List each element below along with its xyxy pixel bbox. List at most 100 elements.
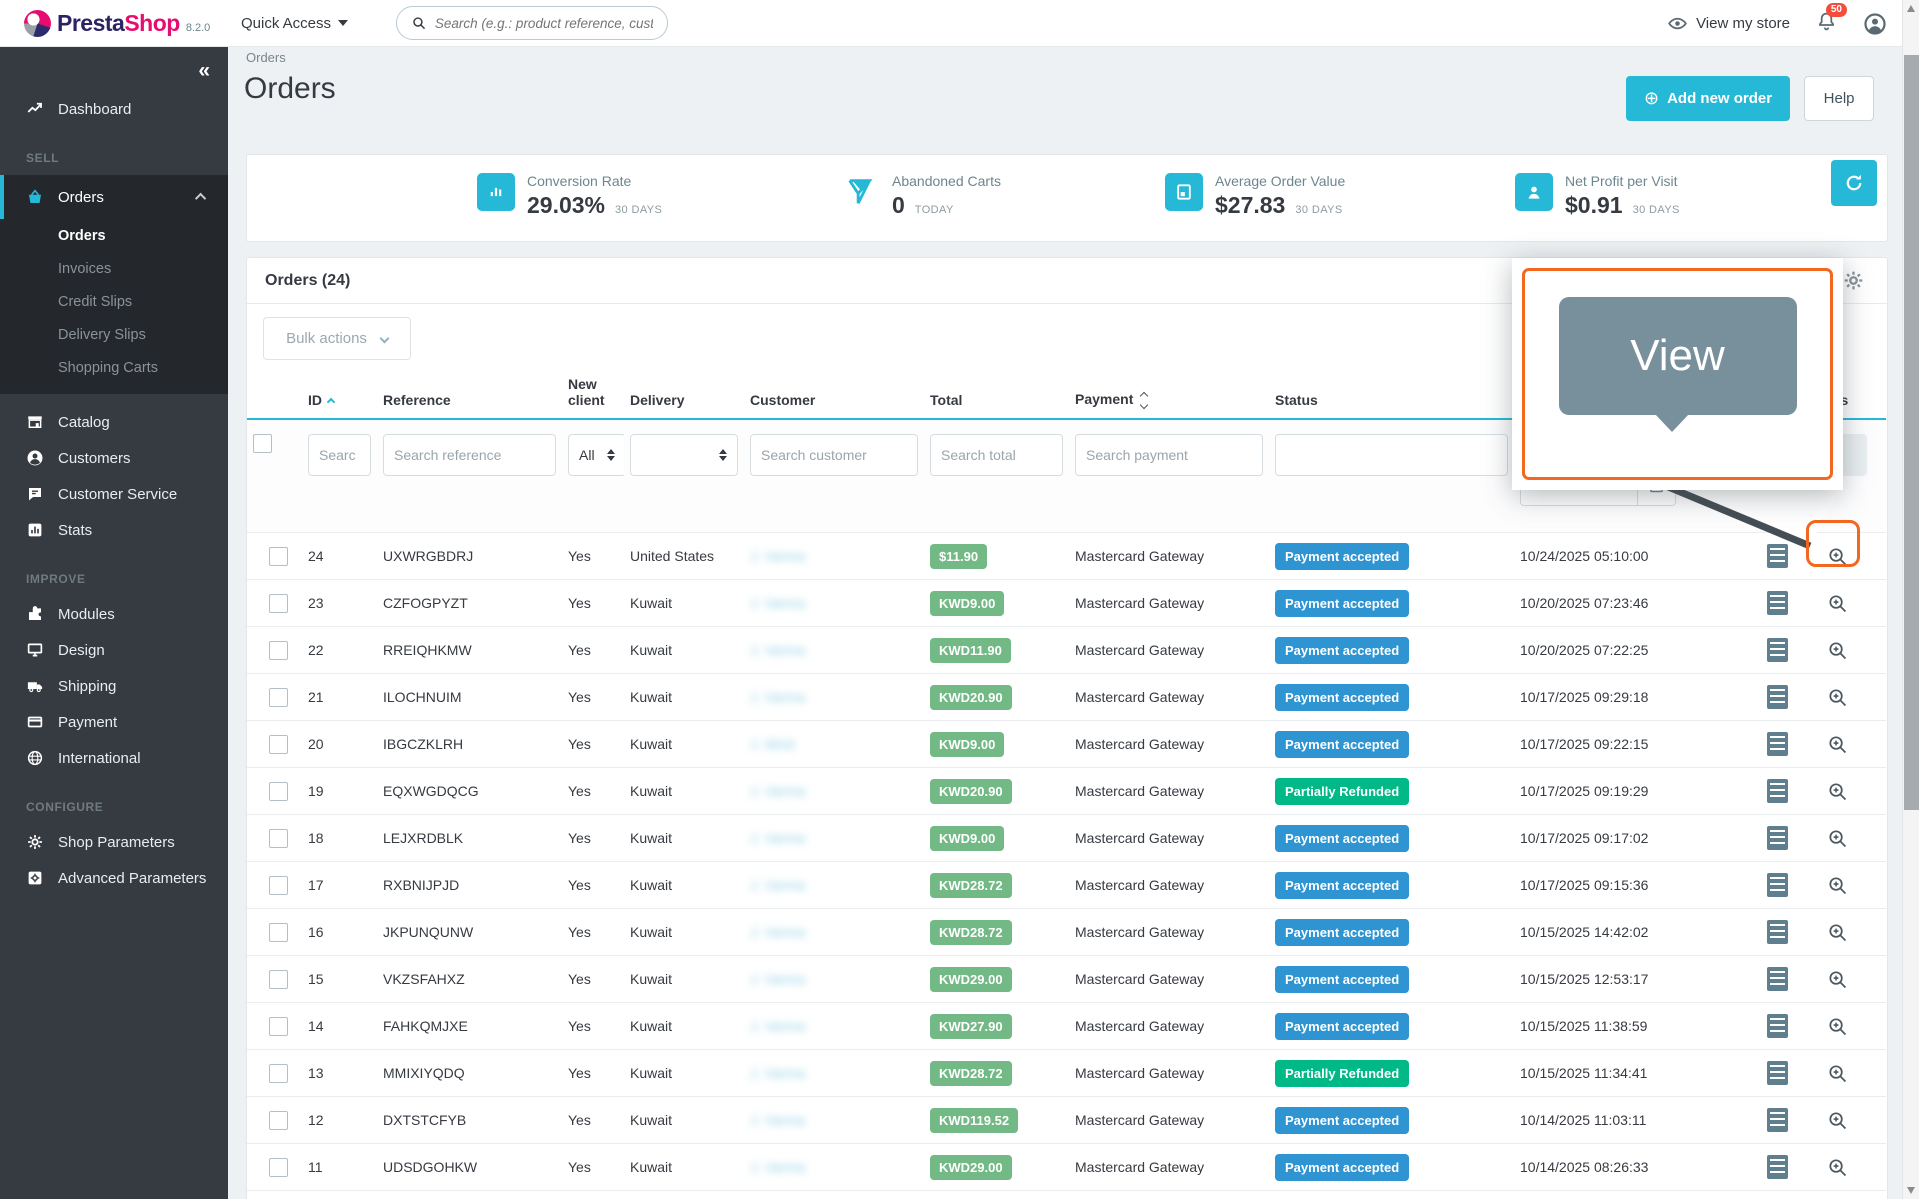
global-search-input[interactable] <box>435 16 653 31</box>
invoice-document-icon[interactable] <box>1767 1108 1788 1132</box>
sidebar-item-advanced-parameters[interactable]: Advanced Parameters <box>0 860 228 896</box>
table-row[interactable]: 23 CZFOGPYZT Yes Kuwait J. Varma KWD9.00… <box>247 580 1886 627</box>
sidebar-subitem-orders[interactable]: Orders <box>0 219 228 252</box>
sidebar-subitem-shopping-carts[interactable]: Shopping Carts <box>0 351 228 384</box>
filter-new-client-select[interactable]: All <box>568 434 626 476</box>
invoice-document-icon[interactable] <box>1767 779 1788 803</box>
sidebar-subitem-invoices[interactable]: Invoices <box>0 252 228 285</box>
table-row[interactable]: 21 ILOCHNUIM Yes Kuwait J. Varma KWD20.9… <box>247 674 1886 721</box>
col-header-delivery[interactable]: Delivery <box>624 370 744 419</box>
row-checkbox[interactable] <box>269 1158 288 1177</box>
invoice-document-icon[interactable] <box>1767 638 1788 662</box>
filter-delivery-select[interactable] <box>630 434 738 476</box>
select-all-checkbox[interactable] <box>253 434 272 453</box>
view-magnifier-icon[interactable] <box>1826 733 1849 756</box>
col-header-id[interactable]: ID <box>302 370 377 419</box>
sidebar-item-shop-parameters[interactable]: Shop Parameters <box>0 824 228 860</box>
table-row[interactable]: 14 FAHKQMJXE Yes Kuwait J. Varma KWD27.9… <box>247 1003 1886 1050</box>
row-checkbox[interactable] <box>269 1017 288 1036</box>
col-header-total[interactable]: Total <box>924 370 1069 419</box>
view-my-store-link[interactable]: View my store <box>1667 13 1790 34</box>
sidebar-item-shipping[interactable]: Shipping <box>0 668 228 704</box>
invoice-document-icon[interactable] <box>1767 591 1788 615</box>
filter-reference-input[interactable] <box>383 434 556 476</box>
prestashop-logo[interactable]: PrestaShop 8.2.0 <box>0 10 225 37</box>
row-checkbox[interactable] <box>269 594 288 613</box>
invoice-document-icon[interactable] <box>1767 826 1788 850</box>
col-header-customer[interactable]: Customer <box>744 370 924 419</box>
sidebar-item-modules[interactable]: Modules <box>0 596 228 632</box>
view-magnifier-icon[interactable] <box>1826 592 1849 615</box>
table-row[interactable]: 13 MMIXIYQDQ Yes Kuwait J. Varma KWD28.7… <box>247 1050 1886 1097</box>
row-checkbox[interactable] <box>269 735 288 754</box>
col-header-reference[interactable]: Reference <box>377 370 562 419</box>
table-row[interactable]: 11 UDSDGOHKW Yes Kuwait J. Varma KWD29.0… <box>247 1144 1886 1191</box>
table-settings-gear-icon[interactable] <box>1842 269 1865 292</box>
invoice-document-icon[interactable] <box>1767 685 1788 709</box>
table-row[interactable]: 22 RREIQHKMW Yes Kuwait J. Varma KWD11.9… <box>247 627 1886 674</box>
table-row[interactable]: 20 IBGCZKLRH Yes Kuwait J. Wick KWD9.00 … <box>247 721 1886 768</box>
help-button[interactable]: Help <box>1804 76 1874 121</box>
row-checkbox[interactable] <box>269 641 288 660</box>
filter-id-input[interactable] <box>308 434 371 476</box>
sidebar-item-dashboard[interactable]: Dashboard <box>0 91 228 127</box>
invoice-document-icon[interactable] <box>1767 920 1788 944</box>
view-magnifier-icon[interactable] <box>1826 874 1849 897</box>
table-row[interactable]: 15 VKZSFAHXZ Yes Kuwait J. Varma KWD29.0… <box>247 956 1886 1003</box>
global-search[interactable] <box>396 6 668 40</box>
sidebar-item-customer-service[interactable]: Customer Service <box>0 476 228 512</box>
sidebar-item-orders[interactable]: Orders <box>0 175 228 219</box>
row-checkbox[interactable] <box>269 876 288 895</box>
sidebar-item-payment[interactable]: Payment <box>0 704 228 740</box>
row-checkbox[interactable] <box>269 970 288 989</box>
col-header-new-client[interactable]: New client <box>562 370 624 419</box>
sidebar-item-catalog[interactable]: Catalog <box>0 404 228 440</box>
col-header-status[interactable]: Status <box>1269 370 1514 419</box>
scroll-down-arrow-icon[interactable] <box>1907 1187 1915 1194</box>
table-row[interactable]: 16 JKPUNQUNW Yes Kuwait J. Varma KWD28.7… <box>247 909 1886 956</box>
sidebar-item-stats[interactable]: Stats <box>0 512 228 548</box>
filter-status-select[interactable] <box>1275 434 1508 476</box>
add-new-order-button[interactable]: ⊕ Add new order <box>1626 76 1790 121</box>
table-row[interactable]: 17 RXBNIJPJD Yes Kuwait J. Varma KWD28.7… <box>247 862 1886 909</box>
invoice-document-icon[interactable] <box>1767 732 1788 756</box>
row-checkbox[interactable] <box>269 782 288 801</box>
row-checkbox[interactable] <box>269 1064 288 1083</box>
view-magnifier-icon[interactable] <box>1826 686 1849 709</box>
table-row[interactable]: 12 DXTSTCFYB Yes Kuwait J. Varma KWD119.… <box>247 1097 1886 1144</box>
invoice-document-icon[interactable] <box>1767 1155 1788 1179</box>
view-magnifier-icon[interactable] <box>1826 780 1849 803</box>
row-checkbox[interactable] <box>269 688 288 707</box>
view-magnifier-icon[interactable] <box>1826 1156 1849 1179</box>
invoice-document-icon[interactable] <box>1767 1014 1788 1038</box>
view-magnifier-icon[interactable] <box>1826 968 1849 991</box>
sidebar-item-customers[interactable]: Customers <box>0 440 228 476</box>
page-scrollbar[interactable] <box>1902 0 1919 1199</box>
sidebar-collapse-button[interactable]: « <box>198 59 210 83</box>
table-row[interactable]: 10 PSDQLKUZO Yes Kuwait J. Varma KWD18.9… <box>247 1191 1886 1199</box>
bulk-actions-button[interactable]: Bulk actions <box>263 317 411 360</box>
sidebar-subitem-credit-slips[interactable]: Credit Slips <box>0 285 228 318</box>
sidebar-item-design[interactable]: Design <box>0 632 228 668</box>
col-header-payment[interactable]: Payment <box>1069 370 1269 419</box>
sidebar-subitem-delivery-slips[interactable]: Delivery Slips <box>0 318 228 351</box>
invoice-document-icon[interactable] <box>1767 967 1788 991</box>
refresh-kpi-button[interactable] <box>1831 160 1877 206</box>
filter-customer-input[interactable] <box>750 434 918 476</box>
notifications-button[interactable]: 50 <box>1816 11 1837 37</box>
filter-payment-input[interactable] <box>1075 434 1263 476</box>
view-magnifier-icon[interactable] <box>1826 639 1849 662</box>
table-row[interactable]: 18 LEJXRDBLK Yes Kuwait J. Varma KWD9.00… <box>247 815 1886 862</box>
view-magnifier-icon[interactable] <box>1826 1062 1849 1085</box>
view-magnifier-icon[interactable] <box>1826 827 1849 850</box>
invoice-document-icon[interactable] <box>1767 873 1788 897</box>
scrollbar-thumb[interactable] <box>1904 55 1919 810</box>
table-row[interactable]: 19 EQXWGDQCG Yes Kuwait J. Varma KWD20.9… <box>247 768 1886 815</box>
row-checkbox[interactable] <box>269 829 288 848</box>
invoice-document-icon[interactable] <box>1767 1061 1788 1085</box>
view-magnifier-icon[interactable] <box>1826 921 1849 944</box>
quick-access-menu[interactable]: Quick Access <box>241 15 348 32</box>
row-checkbox[interactable] <box>269 1111 288 1130</box>
filter-total-input[interactable] <box>930 434 1063 476</box>
view-magnifier-icon[interactable] <box>1826 1109 1849 1132</box>
